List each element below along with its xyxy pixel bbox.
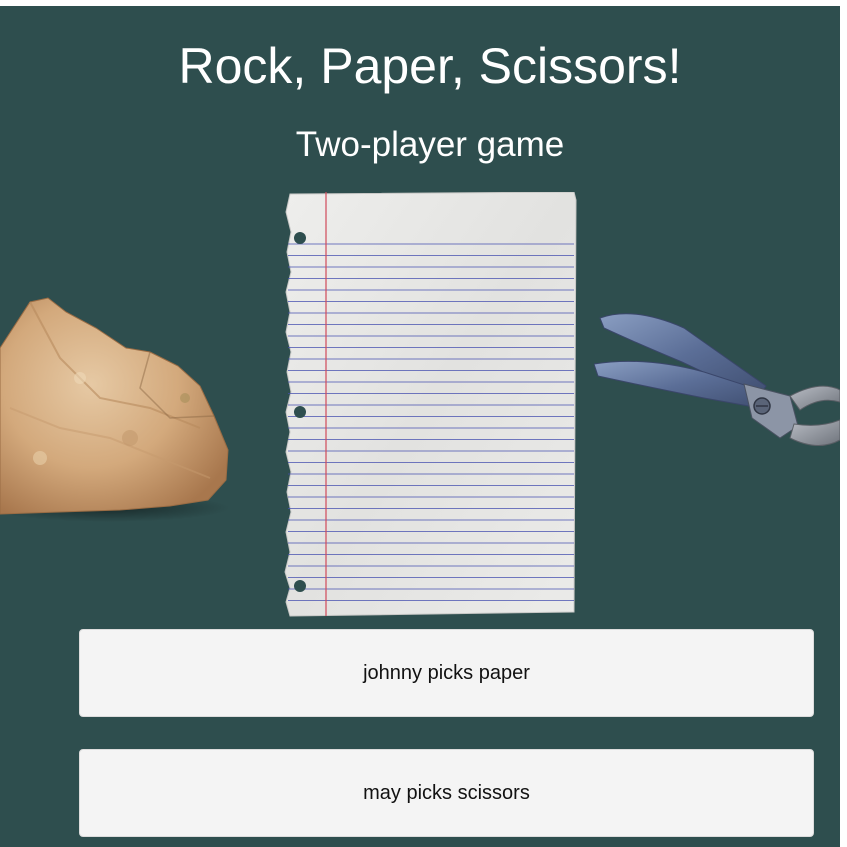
paper-icon	[284, 192, 577, 617]
rock-choice-button[interactable]	[0, 288, 232, 523]
paper-choice-button[interactable]	[282, 192, 578, 618]
rock-icon	[0, 297, 230, 522]
scissors-icon	[594, 313, 840, 446]
page-title: Rock, Paper, Scissors!	[178, 38, 682, 94]
scissors-choice-button[interactable]	[594, 306, 840, 456]
result-text: may picks scissors	[363, 781, 530, 804]
result-player-1: johnny picks paper	[79, 629, 814, 717]
page-subtitle: Two-player game	[295, 125, 565, 164]
result-text: johnny picks paper	[363, 661, 530, 684]
result-player-2: may picks scissors	[79, 749, 814, 837]
game-page: Rock, Paper, Scissors! Two-player game j…	[0, 6, 840, 847]
